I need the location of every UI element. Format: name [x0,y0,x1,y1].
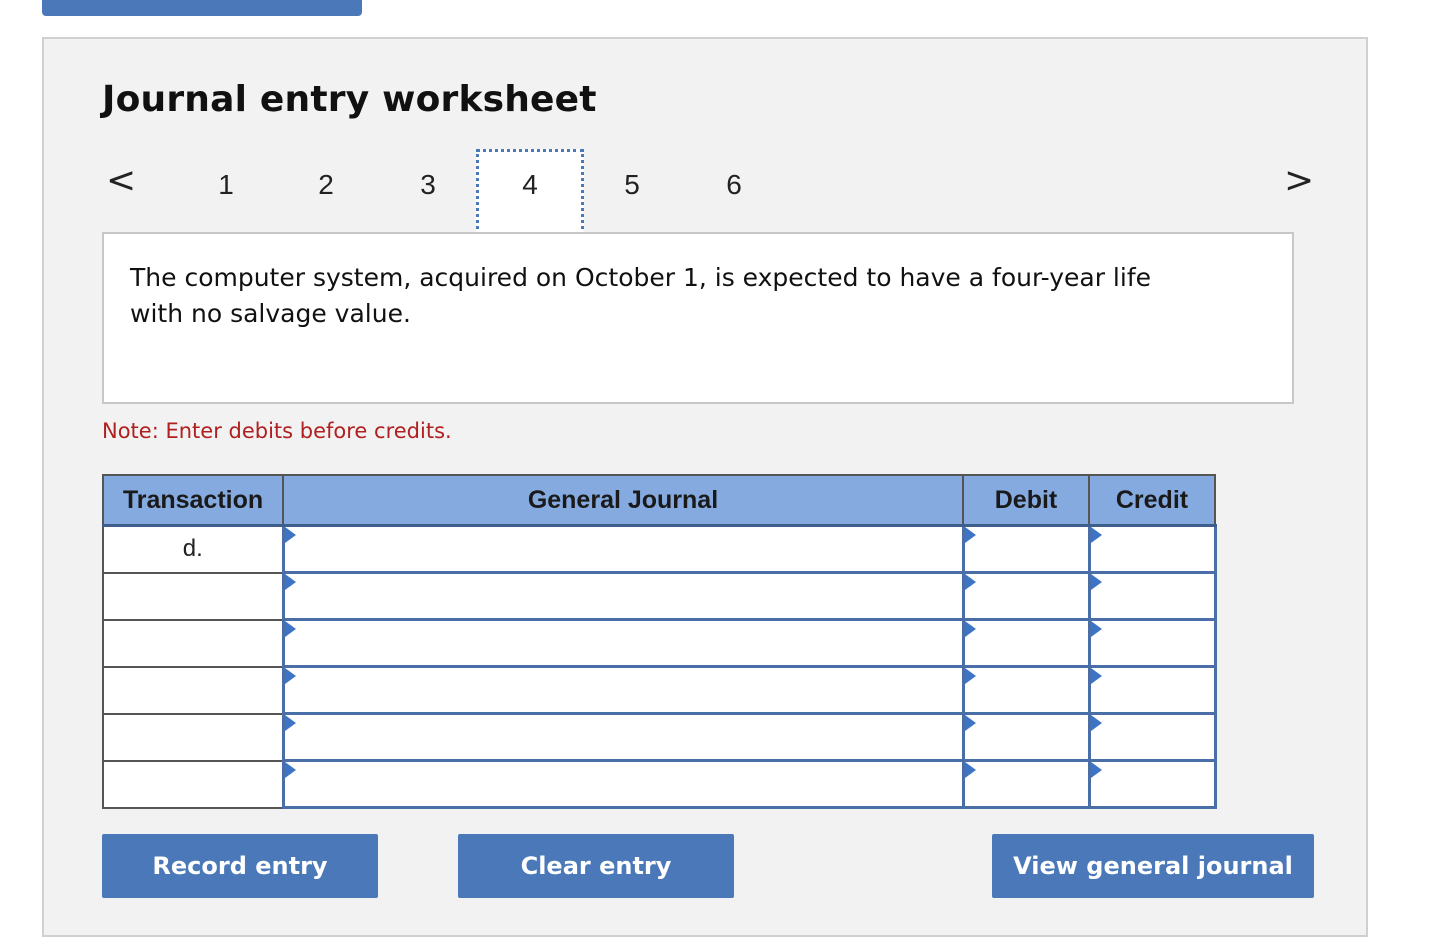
table-row [102,618,1217,668]
chevron-right-icon[interactable]: > [1284,163,1314,199]
step-3[interactable]: 3 [408,165,448,205]
table-row: d. [102,524,1217,574]
transaction-cell [102,712,284,762]
worksheet-panel: Journal entry worksheet < 1 2 3 4 5 6 > … [42,37,1368,937]
header-transaction: Transaction [102,474,284,527]
dropdown-marker-icon [284,668,296,684]
transaction-cell [102,665,284,715]
transaction-description-box: The computer system, acquired on October… [102,232,1294,404]
debit-input[interactable] [961,524,1091,574]
header-general-journal: General Journal [282,474,964,527]
page-title: Journal entry worksheet [102,79,597,120]
credit-input[interactable] [1087,665,1217,715]
dropdown-marker-icon [1090,715,1102,731]
dropdown-marker-icon [1090,621,1102,637]
dropdown-marker-icon [284,574,296,590]
transaction-cell [102,618,284,668]
debit-input[interactable] [961,665,1091,715]
table-row [102,712,1217,762]
dropdown-marker-icon [1090,762,1102,778]
debit-input[interactable] [961,618,1091,668]
dropdown-marker-icon [284,762,296,778]
view-general-journal-button[interactable]: View general journal [992,834,1314,898]
credit-input[interactable] [1087,759,1217,809]
dropdown-marker-icon [964,762,976,778]
transaction-cell: d. [102,524,284,574]
account-input[interactable] [281,524,965,574]
credit-input[interactable] [1087,524,1217,574]
debit-input[interactable] [961,759,1091,809]
step-5[interactable]: 5 [612,165,652,205]
journal-table: Transaction General Journal Debit Credit… [102,474,1217,809]
dropdown-marker-icon [284,715,296,731]
account-input[interactable] [281,665,965,715]
dropdown-marker-icon [964,715,976,731]
transaction-cell [102,571,284,621]
credit-input[interactable] [1087,712,1217,762]
clear-entry-button[interactable]: Clear entry [458,834,734,898]
step-4[interactable]: 4 [510,165,550,205]
credit-input[interactable] [1087,571,1217,621]
dropdown-marker-icon [964,668,976,684]
header-debit: Debit [962,474,1090,527]
header-credit: Credit [1088,474,1216,527]
debit-input[interactable] [961,712,1091,762]
step-1[interactable]: 1 [206,165,246,205]
dropdown-marker-icon [1090,527,1102,543]
chevron-left-icon[interactable]: < [106,163,136,199]
step-2[interactable]: 2 [306,165,346,205]
step-6[interactable]: 6 [714,165,754,205]
dropdown-marker-icon [284,621,296,637]
table-row [102,665,1217,715]
dropdown-marker-icon [964,621,976,637]
transaction-description: The computer system, acquired on October… [130,263,1152,328]
account-input[interactable] [281,571,965,621]
dropdown-marker-icon [964,527,976,543]
top-tab-bar[interactable] [42,0,362,16]
debit-input[interactable] [961,571,1091,621]
table-row [102,571,1217,621]
transaction-cell [102,759,284,809]
dropdown-marker-icon [964,574,976,590]
account-input[interactable] [281,759,965,809]
dropdown-marker-icon [1090,668,1102,684]
record-entry-button[interactable]: Record entry [102,834,378,898]
credit-input[interactable] [1087,618,1217,668]
note-text: Note: Enter debits before credits. [102,419,452,443]
dropdown-marker-icon [1090,574,1102,590]
table-row [102,759,1217,809]
account-input[interactable] [281,712,965,762]
table-header-row: Transaction General Journal Debit Credit [102,474,1216,527]
dropdown-marker-icon [284,527,296,543]
account-input[interactable] [281,618,965,668]
